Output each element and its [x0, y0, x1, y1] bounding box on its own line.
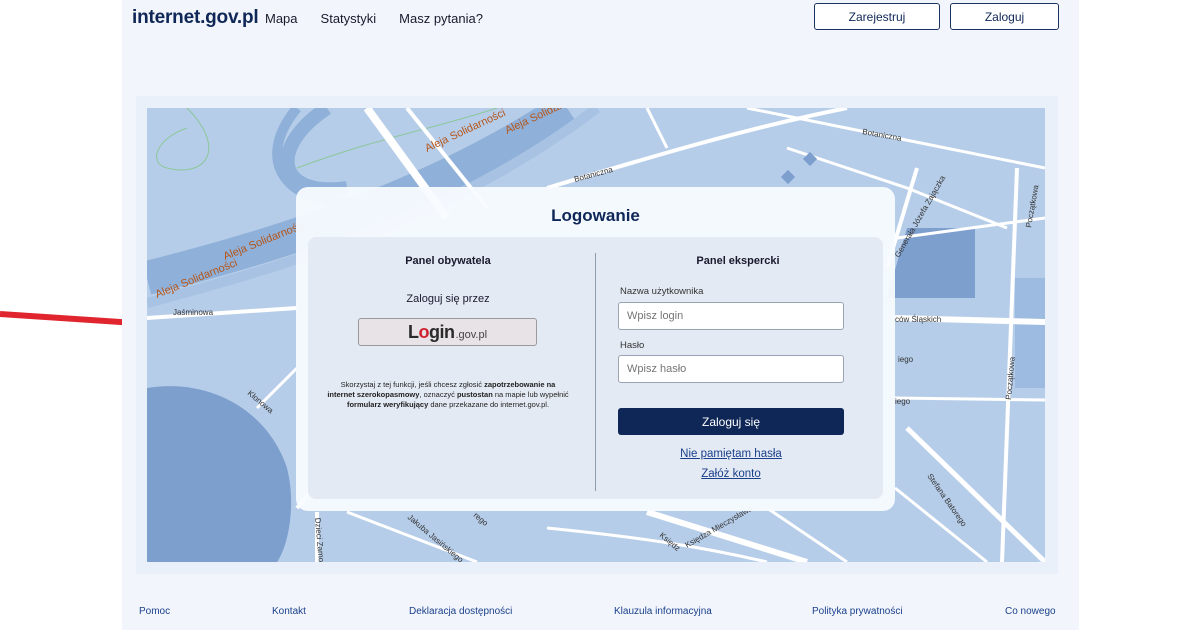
expert-panel-title: Panel ekspercki: [696, 255, 780, 267]
road: [905, 426, 1045, 562]
street-label: ców Śląskich: [895, 315, 941, 324]
register-button[interactable]: Zarejestruj: [814, 3, 940, 30]
footer-accessibility-link[interactable]: Deklaracja dostępności: [409, 606, 512, 617]
login-gov-arrow-icon: o: [418, 321, 429, 342]
password-label: Hasło: [620, 340, 645, 351]
header-login-button[interactable]: Zaloguj: [950, 3, 1059, 30]
footer-info-clause-link[interactable]: Klauzula informacyjna: [614, 606, 712, 617]
street-label: Początkowa: [1004, 356, 1017, 400]
login-card: Logowanie Panel obywatela Zaloguj się pr…: [296, 187, 895, 511]
road: [894, 396, 1045, 402]
username-input[interactable]: [618, 302, 844, 330]
site-logo[interactable]: internet.gov.pl: [132, 7, 259, 29]
footer-help-link[interactable]: Pomoc: [139, 606, 170, 617]
login-title: Logowanie: [551, 206, 640, 225]
login-gov-logo: Login: [407, 321, 455, 342]
create-account-link[interactable]: Załóż konto: [618, 468, 844, 480]
login-gov-button[interactable]: Login .gov.pl: [358, 318, 537, 346]
citizen-panel-title: Panel obywatela: [405, 255, 491, 267]
nav-map[interactable]: Mapa: [265, 11, 298, 26]
street-label: iego: [895, 397, 911, 406]
forgot-password-link[interactable]: Nie pamiętam hasła: [618, 448, 844, 460]
nav-statistics[interactable]: Statystyki: [321, 11, 377, 26]
road: [645, 108, 669, 149]
main-nav: Mapa Statystyki Masz pytania?: [265, 11, 483, 26]
road: [546, 526, 768, 562]
login-via-label: Zaloguj się przez: [406, 293, 490, 305]
street-label: iego: [898, 355, 914, 364]
login-gov-suffix: .gov.pl: [455, 328, 488, 341]
nav-questions[interactable]: Masz pytania?: [399, 11, 483, 26]
login-panels: Panel obywatela Zaloguj się przez Login.…: [308, 237, 883, 499]
password-input[interactable]: [618, 355, 844, 383]
building: [780, 169, 796, 185]
footer-contact-link[interactable]: Kontakt: [272, 606, 306, 617]
street-label: rego: [472, 511, 490, 529]
highway-ramp: [280, 108, 348, 197]
trail: [156, 108, 210, 171]
street-label: Botaniczna: [573, 165, 614, 184]
footer-privacy-link[interactable]: Polityka prywatności: [812, 606, 903, 617]
street-label: Dzieci Zamo: [313, 517, 326, 562]
page: internet.gov.pl Mapa Statystyki Masz pyt…: [0, 0, 1200, 630]
building-block: [1015, 278, 1045, 388]
username-label: Nazwa użytkownika: [620, 286, 704, 297]
footer-whats-new-link[interactable]: Co nowego: [1005, 606, 1056, 617]
street-label: Jaśminowa: [173, 308, 214, 317]
app-window: internet.gov.pl Mapa Statystyki Masz pyt…: [122, 0, 1079, 630]
citizen-info-text: Skorzystaj z tej funkcji, jeśli chcesz z…: [327, 380, 569, 409]
street-label: Botaniczna: [862, 127, 903, 143]
road: [147, 306, 298, 320]
expert-login-button[interactable]: Zaloguj się: [618, 408, 844, 435]
street-label: Początkowa: [1024, 184, 1040, 229]
panel-divider: [595, 253, 596, 491]
